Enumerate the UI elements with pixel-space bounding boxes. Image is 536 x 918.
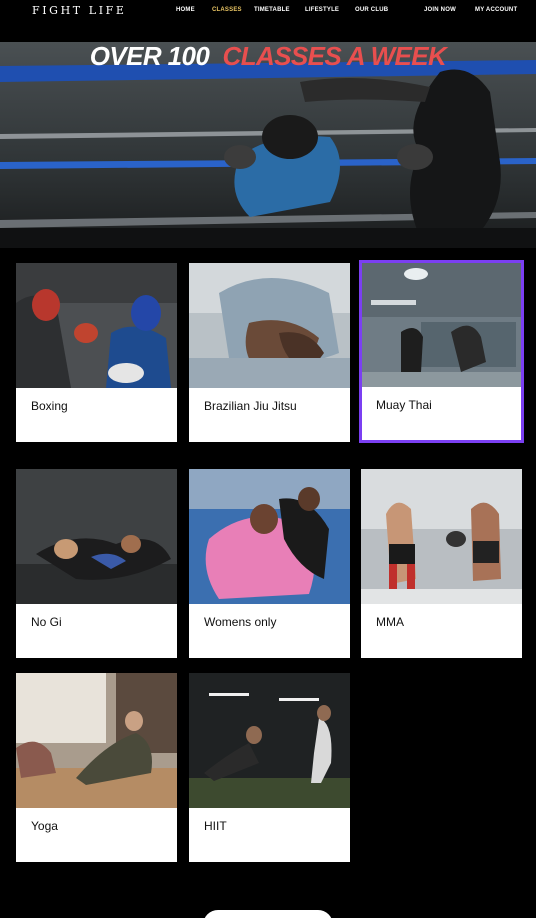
- class-label-mma: MMA: [376, 615, 404, 629]
- hero-title-part2: CLASSES A WEEK: [222, 42, 447, 71]
- more-button-partial[interactable]: [203, 910, 333, 918]
- class-label-bjj: Brazilian Jiu Jitsu: [204, 399, 297, 413]
- bjj-photo: [189, 263, 350, 388]
- hero-title-part1: OVER 100: [89, 42, 210, 71]
- class-card-boxing[interactable]: Boxing: [16, 263, 177, 442]
- class-label-womens-only: Womens only: [204, 615, 277, 629]
- class-card-mma[interactable]: MMA: [361, 469, 522, 658]
- class-label-hiit: HIIT: [204, 819, 227, 833]
- hero-banner: OVER 100 CLASSES A WEEK: [0, 42, 536, 248]
- class-label-yoga: Yoga: [31, 819, 58, 833]
- nav-lifestyle[interactable]: LIFESTYLE: [305, 7, 339, 13]
- boxing-photo: [16, 263, 177, 388]
- class-card-no-gi[interactable]: No Gi: [16, 469, 177, 658]
- class-card-bjj[interactable]: Brazilian Jiu Jitsu: [189, 263, 350, 442]
- hero-boxing-ring-photo: [0, 42, 536, 248]
- class-label-no-gi: No Gi: [31, 615, 62, 629]
- nav-our-club[interactable]: OUR CLUB: [355, 7, 388, 13]
- nav-join-now[interactable]: JOIN NOW: [424, 7, 456, 13]
- class-card-yoga[interactable]: Yoga: [16, 673, 177, 862]
- no-gi-photo: [16, 469, 177, 604]
- nav-my-account[interactable]: MY ACCOUNT: [475, 7, 517, 13]
- class-card-hiit[interactable]: HIIT: [189, 673, 350, 862]
- womens-only-photo: [189, 469, 350, 604]
- yoga-photo: [16, 673, 177, 808]
- top-navigation: FIGHT LIFE HOME CLASSES TIMETABLE LIFEST…: [0, 0, 536, 42]
- mma-photo: [361, 469, 522, 604]
- site-logo[interactable]: FIGHT LIFE: [32, 4, 127, 17]
- class-card-womens-only[interactable]: Womens only: [189, 469, 350, 658]
- hero-title: OVER 100 CLASSES A WEEK: [0, 42, 536, 70]
- muay-thai-photo: [361, 262, 522, 387]
- class-label-muay-thai: Muay Thai: [376, 398, 432, 412]
- hiit-photo: [189, 673, 350, 808]
- class-card-muay-thai[interactable]: Muay Thai: [359, 260, 524, 443]
- class-label-boxing: Boxing: [31, 399, 68, 413]
- nav-home[interactable]: HOME: [176, 7, 195, 13]
- nav-timetable[interactable]: TIMETABLE: [254, 7, 290, 13]
- nav-classes[interactable]: CLASSES: [212, 7, 242, 13]
